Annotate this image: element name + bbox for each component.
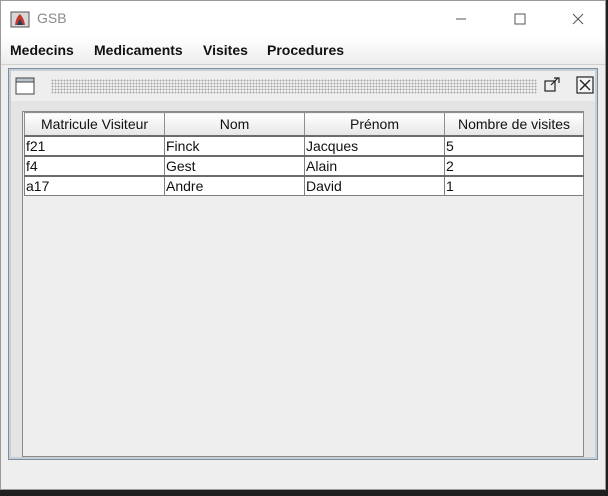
menu-medecins[interactable]: Medecins [10,42,74,58]
table-cell[interactable]: 1 [444,175,584,196]
table-cell[interactable]: Alain [304,155,445,177]
table-cell[interactable]: Finck [164,135,305,157]
close-frame-icon[interactable] [576,76,594,94]
minimize-icon [456,18,466,20]
table-cell[interactable]: f4 [24,155,165,177]
table-cell[interactable]: f21 [24,135,165,157]
table-cell[interactable]: Jacques [304,135,445,157]
maximize-frame-icon[interactable] [543,76,561,94]
maximize-icon [514,13,526,25]
table-cell[interactable]: Andre [164,175,305,196]
column-header-nom[interactable]: Nom [164,112,305,137]
table-row[interactable]: f4 Gest Alain 2 [24,155,584,177]
column-header-nombre-visites[interactable]: Nombre de visites [444,112,584,137]
close-window-button[interactable] [555,5,601,33]
table-cell[interactable]: a17 [24,175,165,196]
column-header-prenom[interactable]: Prénom [304,112,445,137]
menu-visites[interactable]: Visites [203,42,248,58]
table-row[interactable]: f21 Finck Jacques 5 [24,135,584,157]
internal-frame: Matricule Visiteur Nom Prénom Nombre de … [8,68,598,460]
maximize-window-button[interactable] [497,5,543,33]
table-cell[interactable]: 2 [444,155,584,177]
table-cell[interactable]: 5 [444,135,584,157]
table-row[interactable]: a17 Andre David 1 [24,175,584,196]
close-icon [572,13,584,25]
app-window: GSB Medecins Medicaments Visites Procedu… [0,0,606,490]
window-title: GSB [37,10,67,26]
frame-icon [15,77,35,95]
table-cell[interactable]: David [304,175,445,196]
table-scroll-pane[interactable]: Matricule Visiteur Nom Prénom Nombre de … [22,111,584,457]
column-header-matricule[interactable]: Matricule Visiteur [24,112,165,137]
java-app-icon [10,11,30,28]
menu-procedures[interactable]: Procedures [267,42,344,58]
desktop-pane: Matricule Visiteur Nom Prénom Nombre de … [3,65,603,489]
table-cell[interactable]: Gest [164,155,305,177]
title-grip [51,79,537,94]
visits-table: Matricule Visiteur Nom Prénom Nombre de … [24,112,584,196]
internal-frame-title-bar[interactable] [11,71,595,101]
minimize-button[interactable] [438,5,484,33]
menu-medicaments[interactable]: Medicaments [94,42,183,58]
menu-bar: Medecins Medicaments Visites Procedures [1,37,605,65]
title-bar[interactable]: GSB [1,1,605,37]
